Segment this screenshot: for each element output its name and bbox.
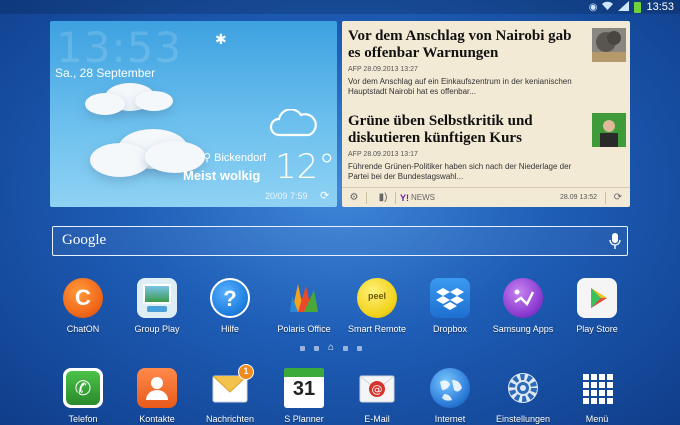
home-page-icon[interactable]: ⌂ [328, 343, 334, 353]
news-widget[interactable]: Vor dem Anschlag von Nairobi gab es offe… [342, 21, 630, 207]
dock-phone[interactable]: ✆ Telefon [43, 368, 123, 424]
news-headline: Grüne üben Selbstkritik und diskutieren … [348, 113, 533, 146]
battery-icon [634, 1, 642, 13]
dock-contacts[interactable]: Kontakte [117, 368, 197, 424]
cloudy-weather-icon [269, 109, 317, 137]
svg-text:@: @ [372, 383, 383, 396]
app-help[interactable]: ? Hilfe [190, 278, 270, 334]
app-label: ChatON [66, 324, 100, 334]
page-indicator: ⌂ [300, 343, 363, 353]
news-thumbnail-smoke [592, 28, 626, 62]
dock-settings[interactable]: Einstellungen [483, 368, 563, 424]
app-dropbox[interactable]: Dropbox [410, 278, 490, 334]
location-label: Bickendorf [214, 152, 267, 164]
app-label: Internet [434, 414, 466, 424]
calendar-day: 31 [292, 378, 316, 400]
news-refresh-icon[interactable]: ⟳ [610, 192, 626, 203]
news-snippet: Vor dem Anschlag auf ein Einkaufszentrum… [348, 77, 572, 96]
app-label: Menü [585, 414, 609, 424]
clock: 13:53 [56, 23, 183, 72]
app-label: E-Mail [364, 414, 390, 424]
unread-badge: 1 [238, 364, 254, 380]
smart-remote-icon: peel [357, 278, 397, 318]
news-footer: ⚙ ▮) Y! NEWS 28.09 13:52 ⟳ [342, 187, 630, 207]
play-store-icon [577, 278, 617, 318]
calendar-icon: 31 [284, 368, 324, 408]
app-chaton[interactable]: C ChatON [43, 278, 123, 334]
signal-icon [618, 0, 630, 14]
app-polaris-office[interactable]: Polaris Office [264, 278, 344, 334]
app-smart-remote[interactable]: peel Smart Remote [337, 278, 417, 334]
messages-icon: 1 [210, 364, 254, 408]
page-dot[interactable] [314, 345, 319, 351]
dock-email[interactable]: @ E-Mail [337, 368, 417, 424]
weather-widget[interactable]: 13:53 ✱ Sa., 28 September ⚲ Bickendorf M… [50, 21, 337, 207]
chaton-icon: C [63, 278, 103, 318]
page-dot[interactable] [357, 345, 363, 351]
apps-menu-icon [577, 368, 617, 408]
contacts-icon [137, 368, 177, 408]
app-play-store[interactable]: Play Store [557, 278, 637, 334]
news-meta: AFP 28.09.2013 13:27 [348, 66, 418, 73]
dock-internet[interactable]: Internet [410, 368, 490, 424]
dock-apps-menu[interactable]: Menü [557, 368, 637, 424]
app-samsung-apps[interactable]: Samsung Apps [483, 278, 563, 334]
settings-icon [503, 368, 543, 408]
samsung-apps-icon [503, 278, 543, 318]
app-label: Group Play [134, 324, 180, 334]
settings-icon[interactable]: ⚙ [346, 192, 362, 203]
app-label: Smart Remote [347, 324, 407, 334]
microphone-icon[interactable] [609, 232, 621, 250]
news-thumbnail-politician [592, 113, 626, 147]
news-item[interactable]: Vor dem Anschlag von Nairobi gab es offe… [348, 28, 624, 97]
app-label: Play Store [576, 324, 618, 334]
app-label: Telefon [68, 414, 98, 424]
visibility-icon: ◉ [588, 1, 598, 13]
date: Sa., 28 September [55, 66, 156, 80]
status-bar: ◉ 13:53 [0, 0, 680, 14]
news-source-label: NEWS [411, 193, 435, 202]
app-label: Nachrichten [205, 414, 255, 424]
app-label: Dropbox [432, 324, 468, 334]
app-label: Kontakte [139, 414, 175, 424]
app-label: Einstellungen [495, 414, 551, 424]
dock-s-planner[interactable]: 31 S Planner [264, 368, 344, 424]
app-label: S Planner [284, 414, 324, 424]
phone-icon: ✆ [63, 368, 103, 408]
page-dot[interactable] [300, 345, 305, 351]
app-group-play[interactable]: Group Play [117, 278, 197, 334]
weather-updated: 20/09 7:59 [265, 191, 308, 201]
location-pin-icon: ⚲ [203, 152, 212, 164]
news-meta: AFP 28.09.2013 13:17 [348, 151, 418, 158]
dropbox-icon [430, 278, 470, 318]
status-time: 13:53 [646, 1, 674, 13]
email-icon: @ [357, 368, 397, 408]
news-updated-time: 28.09 13:52 [560, 194, 597, 201]
polaris-office-icon [284, 278, 324, 318]
text-to-speech-icon[interactable]: ▮) [375, 192, 391, 203]
wifi-icon [602, 1, 614, 13]
internet-icon [430, 368, 470, 408]
news-item[interactable]: Grüne üben Selbstkritik und diskutieren … [348, 113, 624, 182]
news-snippet: Führende Grünen-Politiker haben sich nac… [348, 162, 572, 181]
help-icon: ? [210, 278, 250, 318]
weather-refresh-icon[interactable]: ⟳ [320, 189, 329, 202]
temperature: 12°C [275, 147, 337, 187]
group-play-icon [137, 278, 177, 318]
app-label: Polaris Office [277, 324, 331, 334]
location: ⚲ Bickendorf [203, 151, 266, 164]
google-search-bar[interactable]: Google [52, 226, 628, 256]
weather-condition: Meist wolkig [183, 168, 261, 183]
app-label: Hilfe [220, 324, 239, 334]
yahoo-news-logo: Y! NEWS [400, 192, 435, 203]
sun-icon: ✱ [215, 31, 227, 47]
dock-messages[interactable]: 1 Nachrichten [190, 364, 270, 424]
status-icons: ◉ 13:53 [589, 0, 674, 14]
app-label: Samsung Apps [492, 324, 554, 334]
page-dot[interactable] [343, 345, 349, 351]
news-headline: Vor dem Anschlag von Nairobi gab es offe… [348, 28, 572, 61]
google-logo-text: Google [62, 232, 107, 248]
